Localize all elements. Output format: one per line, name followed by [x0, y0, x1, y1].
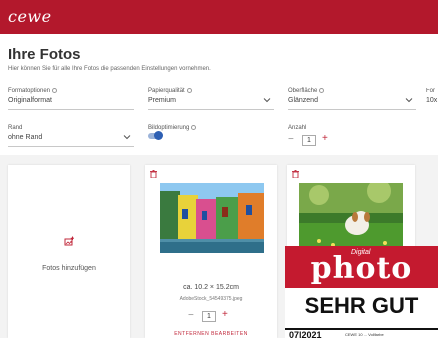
paper-quality-value: Premium — [148, 97, 177, 104]
increase-button[interactable]: + — [322, 133, 328, 144]
badge-header: Digital photo — [285, 246, 438, 288]
format-options-select[interactable]: Formatoptionen Originalformat — [8, 88, 134, 110]
chevron-down-icon[interactable] — [123, 133, 131, 141]
chevron-down-icon[interactable] — [405, 96, 413, 104]
border-value: ohne Rand — [8, 134, 43, 141]
chevron-down-icon[interactable] — [263, 96, 271, 104]
quantity-stepper: − 1 + — [288, 133, 348, 148]
badge-brand: photo — [310, 251, 413, 286]
photo-thumbnail-dog[interactable] — [299, 183, 403, 255]
format-value-partial: 10x — [426, 97, 438, 104]
badge-verdict: SEHR GUT — [304, 293, 419, 318]
top-bar: cewe — [0, 0, 438, 34]
page-subtitle: Hier können Sie für alle Ihre Fotos die … — [8, 66, 211, 72]
decrease-button[interactable]: − — [288, 134, 294, 145]
photo-filename: AdobeStock_54549375.jpeg — [179, 296, 243, 302]
award-badge: Digital photo SEHR GUT 07|2021 CEWE 10 .… — [285, 246, 438, 338]
image-optimization-label: Bildoptimierung — [148, 125, 197, 131]
quantity-input[interactable]: 1 — [202, 311, 216, 322]
quantity-field: Anzahl − 1 + — [288, 125, 414, 147]
cewe-logo[interactable]: cewe — [8, 7, 52, 26]
increase-button[interactable]: + — [222, 309, 228, 320]
badge-fine-print: CEWE 10 ... Vollfarbe — [345, 332, 384, 337]
format-label-partial: For — [426, 88, 435, 94]
surface-value: Glänzend — [288, 97, 318, 104]
format-options-value: Originalformat — [8, 97, 52, 104]
add-photos-label: Fotos hinzufügen — [42, 265, 96, 272]
divider — [288, 109, 416, 110]
page-title: Ihre Fotos — [8, 46, 81, 63]
quantity-label: Anzahl — [288, 125, 307, 131]
photo-quantity-stepper: − 1 + — [188, 309, 248, 324]
photo-thumbnail-burano[interactable] — [160, 183, 264, 253]
surface-select[interactable]: Oberfläche Glänzend — [288, 88, 416, 110]
info-icon[interactable] — [186, 88, 192, 93]
format-select-partial[interactable]: For 10x — [426, 88, 438, 110]
trash-icon[interactable] — [292, 170, 299, 178]
quantity-input[interactable]: 1 — [302, 135, 316, 146]
photo-card — [287, 165, 415, 255]
badge-issue: 07|2021 — [289, 330, 322, 338]
border-select[interactable]: Rand ohne Rand — [8, 125, 134, 147]
image-optimization-toggle[interactable] — [148, 131, 163, 140]
photo-actions[interactable]: ENTFERNEN BEARBEITEN — [145, 331, 277, 337]
trash-icon[interactable] — [150, 170, 157, 178]
add-photo-icon — [64, 236, 74, 246]
photo-card: ca. 10.2 × 15.2cm AdobeStock_54549375.jp… — [145, 165, 277, 338]
info-icon[interactable] — [52, 88, 58, 93]
image-optimization-field: Bildoptimierung — [148, 125, 274, 147]
decrease-button[interactable]: − — [188, 310, 194, 321]
badge-footer: 07|2021 CEWE 10 ... Vollfarbe — [285, 328, 438, 338]
divider — [8, 109, 134, 110]
divider — [148, 109, 274, 110]
paper-quality-label: Papierqualität — [148, 88, 192, 94]
toggle-knob — [154, 131, 163, 140]
info-icon[interactable] — [191, 125, 197, 130]
border-label: Rand — [8, 125, 23, 131]
info-icon[interactable] — [319, 88, 325, 93]
divider — [8, 146, 134, 147]
surface-label: Oberfläche — [288, 88, 325, 94]
photo-size: ca. 10.2 × 15.2cm — [183, 284, 239, 291]
add-photos-card[interactable]: Fotos hinzufügen — [8, 165, 130, 338]
paper-quality-select[interactable]: Papierqualität Premium — [148, 88, 274, 110]
format-options-label: Formatoptionen — [8, 88, 58, 94]
